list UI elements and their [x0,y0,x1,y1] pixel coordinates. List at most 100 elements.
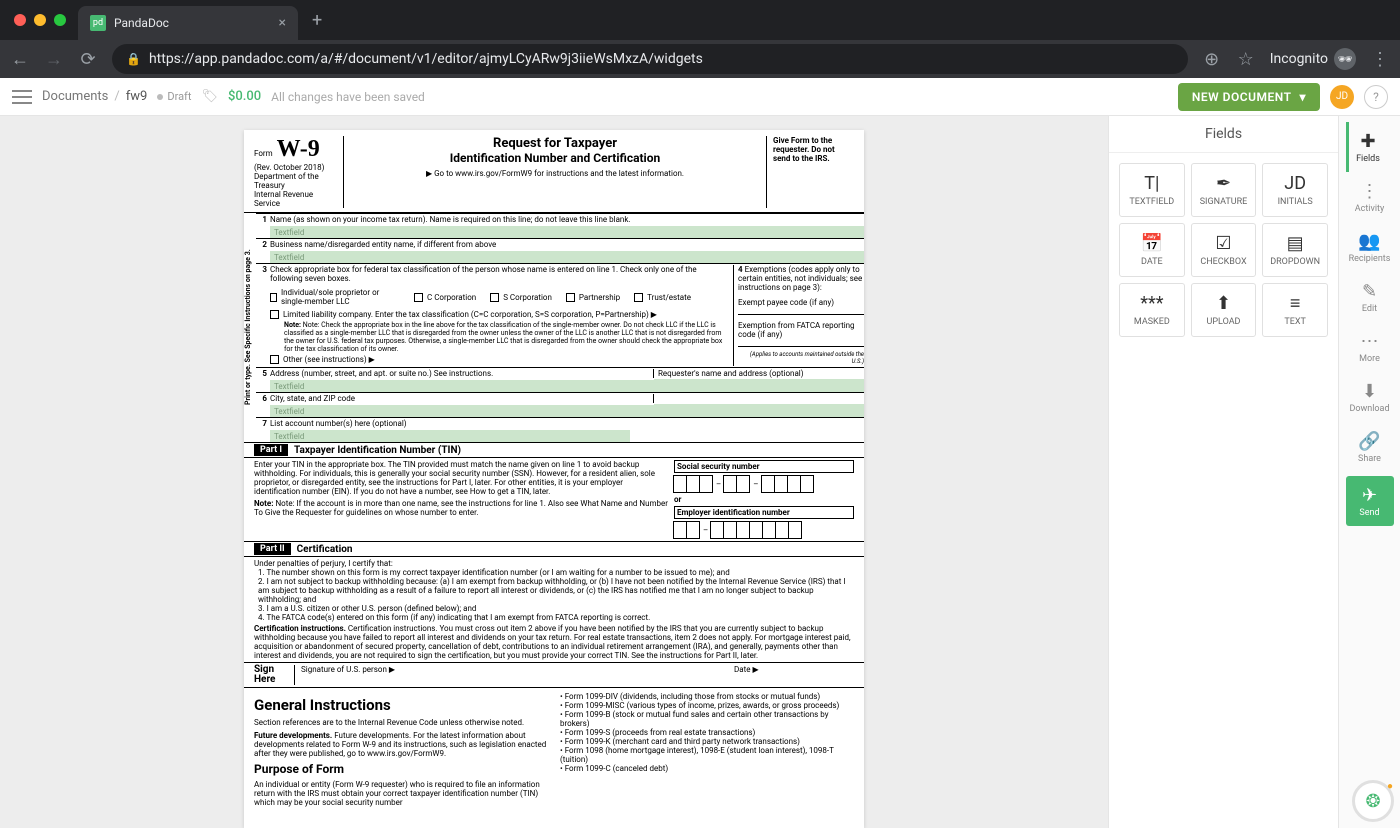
fields-title: Fields [1109,116,1338,153]
zoom-icon[interactable]: ⊕ [1202,49,1222,70]
send-button[interactable]: ✈ Send [1346,476,1394,526]
rail-icon: ⋮ [1360,181,1378,202]
part2-badge: Part II [254,543,291,555]
browser-tab[interactable]: pd PandaDoc × [78,6,298,40]
star-icon[interactable]: ☆ [1236,49,1256,70]
field-tile-textfield[interactable]: T|TEXTFIELD [1119,163,1185,217]
rail-label: Recipients [1349,254,1391,264]
line7-label: List account number(s) here (optional) [270,419,864,428]
send-label: Send [1359,508,1379,518]
tag-icon[interactable]: 🏷 [201,89,218,104]
opt-ccorp[interactable]: C Corporation [427,293,476,302]
form-title-1: Request for Taxpayer [350,136,760,151]
field-tile-label: DROPDOWN [1270,257,1320,267]
opt-partnership[interactable]: Partnership [579,293,620,302]
field-tile-icon: ≡ [1290,293,1301,313]
minimize-window-icon[interactable] [34,14,46,26]
new-tab-button[interactable]: + [312,10,322,31]
cert2: I am not subject to backup withholding b… [258,577,846,604]
rail-activity[interactable]: ⋮ Activity [1349,172,1391,222]
line4c-note: (Applies to accounts maintained outside … [738,351,864,365]
chat-fab[interactable]: ❂ [1352,780,1394,822]
opt-trust[interactable]: Trust/estate [647,293,691,302]
textfield-line6[interactable]: Textfield [270,405,654,417]
or-label: or [674,495,854,504]
form-rev: (Rev. October 2018) [254,163,339,172]
line3-note: Note: Check the appropriate box in the l… [284,321,722,353]
rail-icon: ⋯ [1360,331,1378,352]
form-label: Form [254,149,273,158]
crumb-doc-name[interactable]: fw9 [126,89,148,104]
cert3: I am a U.S. citizen or other U.S. person… [267,604,477,613]
field-tile-text[interactable]: ≡TEXT [1262,283,1328,337]
field-tile-label: DATE [1141,257,1163,267]
incognito-label: Incognito [1270,51,1328,67]
part1-text: Enter your TIN in the appropriate box. T… [254,460,668,496]
rail-label: Share [1358,454,1381,464]
part1-note: Note: If the account is in more than one… [254,499,668,517]
form-goto: ▶ Go to www.irs.gov/FormW9 for instructi… [350,169,760,178]
b2: Form 1099-B (stock or mutual fund sales … [560,710,828,728]
field-tile-dropdown[interactable]: ▤ DROPDOWN [1262,223,1328,277]
textfield-line7[interactable]: Textfield [270,430,630,442]
sign-date: Date ▶ [734,665,759,674]
purpose-title: Purpose of Form [254,762,548,776]
save-status: All changes have been saved [271,90,425,104]
field-tile-date[interactable]: 📅DATE [1119,223,1185,277]
rail-share[interactable]: 🔗 Share [1349,422,1391,472]
close-window-icon[interactable] [14,14,26,26]
rail-label: Activity [1355,204,1384,214]
avatar[interactable]: JD [1330,85,1354,109]
line5r-label: Requester's name and address (optional) [654,369,864,378]
opt-other[interactable]: Other (see instructions) ▶ [283,355,375,364]
field-tile-signature[interactable]: ✒SIGNATURE [1191,163,1257,217]
breadcrumb: Documents / fw9 [42,89,147,104]
rail-icon: 🔗 [1358,431,1380,452]
opt-individual[interactable]: Individual/sole proprietor or single-mem… [281,288,400,306]
rail-fields[interactable]: ✚Fields [1346,122,1388,172]
chevron-down-icon: ▾ [1299,90,1306,104]
textfield-line2[interactable]: Textfield [270,251,864,263]
new-document-label: NEW DOCUMENT [1192,90,1292,104]
opt-scorp[interactable]: S Corporation [503,293,552,302]
field-tile-upload[interactable]: ⬆UPLOAD [1191,283,1257,337]
rail-more[interactable]: ⋯More [1349,322,1391,372]
document-canvas[interactable]: Form W-9 (Rev. October 2018) Department … [0,116,1108,828]
field-tile-icon: ▤ [1287,233,1304,253]
address-bar[interactable]: 🔒 https://app.pandadoc.com/a/#/document/… [112,44,1188,74]
reload-button[interactable]: ⟳ [78,49,98,70]
new-document-button[interactable]: NEW DOCUMENT ▾ [1178,83,1320,111]
close-tab-icon[interactable]: × [279,15,286,31]
crumb-root[interactable]: Documents [42,89,108,104]
right-rail: ✚Fields ⋮ Activity 👥Recipients✎Edit⋯More⬇Do… [1338,116,1400,828]
line2-label: Business name/disregarded entity name, i… [270,240,864,249]
b0: Form 1099-DIV (dividends, including thos… [565,692,821,701]
field-tile-checkbox[interactable]: ☑CHECKBOX [1191,223,1257,277]
rail-download[interactable]: ⬇Download [1349,372,1391,422]
opt-llc[interactable]: Limited liability company. Enter the tax… [283,310,657,319]
status-text: Draft [167,90,191,103]
form-title-2: Identification Number and Certification [350,151,760,165]
ssn-label: Social security number [674,460,854,473]
textfield-line1[interactable]: Textfield [270,226,864,238]
field-tile-icon: ☑ [1215,233,1231,253]
line4b-label: Exemption from FATCA reporting code (if … [738,321,864,339]
give-form-note: Give Form to the requester. Do not send … [766,136,854,208]
send-icon: ✈ [1362,485,1377,506]
b3: Form 1099-S (proceeds from real estate t… [565,728,756,737]
forward-button[interactable]: → [44,49,64,70]
rail-label: Fields [1356,154,1380,164]
maximize-window-icon[interactable] [54,14,66,26]
textfield-line5[interactable]: Textfield [270,380,654,392]
menu-button[interactable] [12,90,32,104]
back-button[interactable]: ← [10,49,30,70]
line1-label: Name (as shown on your income tax return… [270,215,864,224]
rail-edit[interactable]: ✎Edit [1349,272,1391,322]
field-tile-label: TEXTFIELD [1129,197,1174,207]
field-tile-initials[interactable]: JDINITIALS [1262,163,1328,217]
help-button[interactable]: ? [1364,85,1388,109]
rail-recipients[interactable]: 👥Recipients [1349,222,1391,272]
sign-here: Sign Here [254,665,294,685]
browser-menu-icon[interactable]: ⋮ [1370,49,1390,70]
field-tile-masked[interactable]: ***MASKED [1119,283,1185,337]
